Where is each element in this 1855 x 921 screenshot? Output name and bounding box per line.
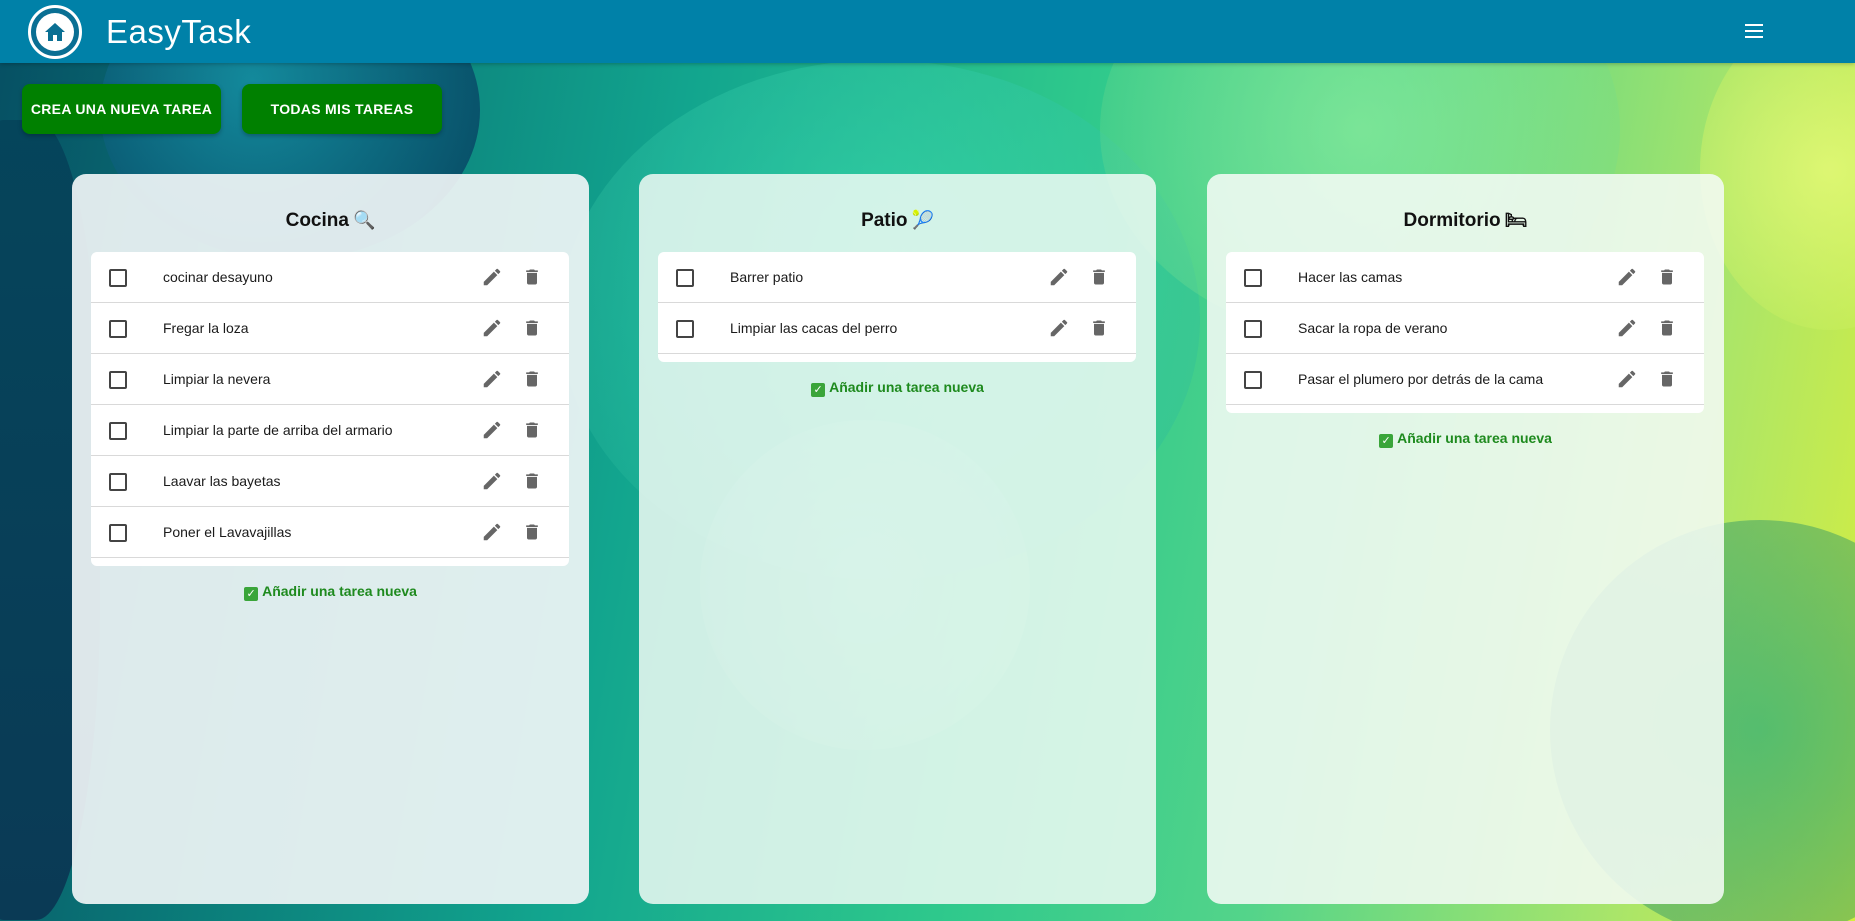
all-tasks-button[interactable]: TODAS MIS TAREAS xyxy=(242,84,442,134)
column-title: Dormitorio 🛏 xyxy=(1403,210,1528,231)
trash-icon[interactable] xyxy=(1657,368,1677,390)
task-checkbox[interactable] xyxy=(676,320,694,338)
hamburger-menu-icon[interactable] xyxy=(1745,20,1767,42)
add-task-link[interactable]: ✓ Añadir una tarea nueva xyxy=(1207,430,1724,448)
trash-icon[interactable] xyxy=(522,266,542,288)
task-checkbox[interactable] xyxy=(109,269,127,287)
task-checkbox[interactable] xyxy=(1244,371,1262,389)
trash-icon[interactable] xyxy=(522,470,542,492)
house-icon xyxy=(36,12,74,51)
task-row: Laavar las bayetas xyxy=(91,456,569,507)
pencil-icon[interactable] xyxy=(1048,317,1070,339)
column-title: Cocina 🔍 xyxy=(285,210,376,231)
task-column-patio: Patio 🎾 Barrer patio Limpiar las cacas de… xyxy=(639,174,1156,904)
pencil-icon[interactable] xyxy=(1048,266,1070,288)
task-text: Laavar las bayetas xyxy=(163,473,281,489)
task-text: Limpiar la parte de arriba del armario xyxy=(163,422,393,438)
task-text: Pasar el plumero por detrás de la cama xyxy=(1298,371,1544,387)
task-list: Hacer las camas Sacar la ropa de verano … xyxy=(1226,252,1704,413)
task-row: Pasar el plumero por detrás de la cama xyxy=(1226,354,1704,405)
task-row: Limpiar las cacas del perro xyxy=(658,303,1136,354)
trash-icon[interactable] xyxy=(1657,266,1677,288)
task-checkbox[interactable] xyxy=(676,269,694,287)
task-row: Fregar la loza xyxy=(91,303,569,354)
task-row: cocinar desayuno xyxy=(91,252,569,303)
pencil-icon[interactable] xyxy=(1616,266,1638,288)
app-header: EasyTask xyxy=(0,0,1855,63)
checkmark-icon: ✓ xyxy=(1379,434,1394,448)
pencil-icon[interactable] xyxy=(481,266,503,288)
tennis-ball-icon: 🎾 xyxy=(911,210,934,230)
task-text: Limpiar las cacas del perro xyxy=(730,320,898,336)
task-row: Limpiar la parte de arriba del armario xyxy=(91,405,569,456)
task-list: Barrer patio Limpiar las cacas del perro xyxy=(658,252,1136,362)
task-row: Poner el Lavavajillas xyxy=(91,507,569,558)
trash-icon[interactable] xyxy=(522,368,542,390)
task-row: Limpiar la nevera xyxy=(91,354,569,405)
bed-icon: 🛏 xyxy=(1504,210,1528,230)
task-checkbox[interactable] xyxy=(109,371,127,389)
task-checkbox[interactable] xyxy=(109,473,127,491)
trash-icon[interactable] xyxy=(522,317,542,339)
task-checkbox[interactable] xyxy=(1244,320,1262,338)
pencil-icon[interactable] xyxy=(481,368,503,390)
pencil-icon[interactable] xyxy=(1616,317,1638,339)
app-title: EasyTask xyxy=(106,12,252,50)
pencil-icon[interactable] xyxy=(481,317,503,339)
trash-icon[interactable] xyxy=(1657,317,1677,339)
trash-icon[interactable] xyxy=(522,521,542,543)
pencil-icon[interactable] xyxy=(1616,368,1638,390)
task-checkbox[interactable] xyxy=(109,422,127,440)
task-column-dormitorio: Dormitorio 🛏 Hacer las camas Sacar la rop… xyxy=(1207,174,1724,904)
checkmark-icon: ✓ xyxy=(244,587,259,601)
task-list: cocinar desayuno Fregar la loza Limpiar … xyxy=(91,252,569,566)
magnifier-icon: 🔍 xyxy=(352,210,376,230)
task-text: cocinar desayuno xyxy=(163,269,273,285)
trash-icon[interactable] xyxy=(522,419,542,441)
task-row: Sacar la ropa de verano xyxy=(1226,303,1704,354)
task-text: Limpiar la nevera xyxy=(163,371,271,387)
task-row: Hacer las camas xyxy=(1226,252,1704,303)
column-title: Patio 🎾 xyxy=(861,210,934,231)
task-text: Poner el Lavavajillas xyxy=(163,524,292,540)
checkmark-icon: ✓ xyxy=(811,383,826,397)
task-text: Sacar la ropa de verano xyxy=(1298,320,1448,336)
task-text: Hacer las camas xyxy=(1298,269,1403,285)
task-text: Barrer patio xyxy=(730,269,804,285)
trash-icon[interactable] xyxy=(1089,266,1109,288)
pencil-icon[interactable] xyxy=(481,419,503,441)
add-task-link[interactable]: ✓ Añadir una tarea nueva xyxy=(639,379,1156,397)
task-text: Fregar la loza xyxy=(163,320,249,336)
add-task-link[interactable]: ✓ Añadir una tarea nueva xyxy=(72,583,589,601)
task-row: Barrer patio xyxy=(658,252,1136,303)
task-checkbox[interactable] xyxy=(109,524,127,542)
app-logo[interactable] xyxy=(28,4,82,59)
task-checkbox[interactable] xyxy=(109,320,127,338)
pencil-icon[interactable] xyxy=(481,521,503,543)
task-checkbox[interactable] xyxy=(1244,269,1262,287)
pencil-icon[interactable] xyxy=(481,470,503,492)
new-task-button[interactable]: CREA UNA NUEVA TAREA xyxy=(22,84,221,134)
trash-icon[interactable] xyxy=(1089,317,1109,339)
task-column-cocina: Cocina 🔍 cocinar desayuno Fregar la loza … xyxy=(72,174,589,904)
